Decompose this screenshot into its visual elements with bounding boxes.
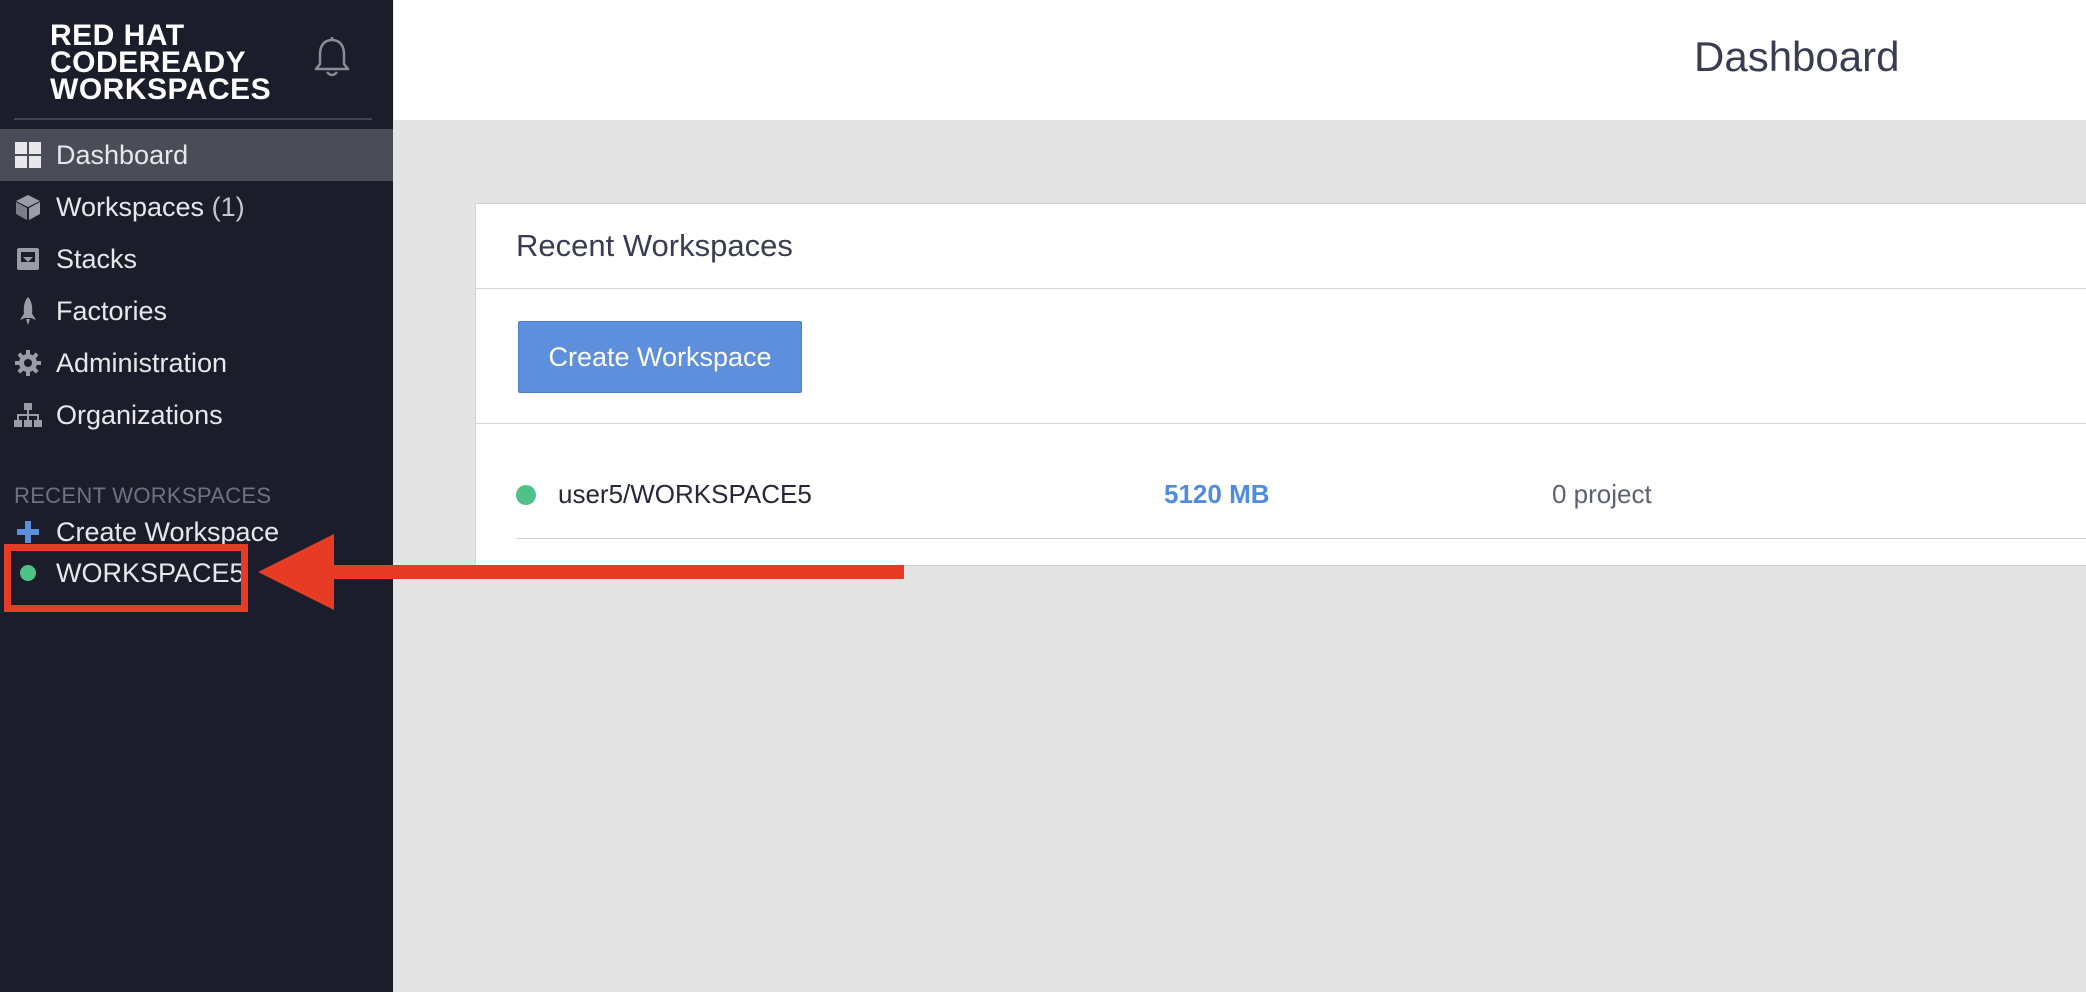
brand-logo[interactable]: RED HAT CODEREADY WORKSPACES [50, 19, 272, 106]
sidebar-item-label: Administration [56, 347, 228, 378]
dashboard-icon [12, 139, 44, 171]
status-dot-icon [516, 485, 536, 505]
brand-line-3: WORKSPACES [50, 73, 272, 106]
brand-divider [14, 118, 372, 120]
sidebar: RED HAT CODEREADY WORKSPACES Dashboard W… [0, 0, 393, 992]
org-tree-icon [12, 399, 44, 431]
sidebar-item-label: Stacks [56, 243, 138, 274]
workspace-row[interactable]: user5/WORKSPACE5 5120 MB 0 project [516, 459, 2086, 539]
panel-title: Recent Workspaces [516, 228, 793, 263]
sidebar-item-label: Organizations [56, 399, 223, 430]
sidebar-item-label: Dashboard [56, 139, 189, 170]
brand-line-1: RED HAT [50, 19, 185, 52]
sidebar-item-administration[interactable]: Administration [0, 337, 393, 389]
gear-icon [12, 347, 44, 379]
sidebar-item-label: Create Workspace [56, 516, 280, 547]
sidebar-item-workspaces[interactable]: Workspaces (1) [0, 181, 393, 233]
divider [476, 288, 2086, 289]
sidebar-item-label: Factories [56, 295, 168, 326]
sidebar-item-organizations[interactable]: Organizations [0, 389, 393, 441]
sidebar-item-factories[interactable]: Factories [0, 285, 393, 337]
sidebar-item-stacks[interactable]: Stacks [0, 233, 393, 285]
workspace-name-link[interactable]: user5/WORKSPACE5 [558, 479, 812, 510]
page-title: Dashboard [1694, 33, 1900, 80]
recent-workspaces-panel: Recent Workspaces Create Workspace user5… [475, 203, 2086, 566]
sidebar-item-dashboard[interactable]: Dashboard [0, 129, 393, 181]
workspace-projects: 0 project [1552, 479, 1652, 509]
recent-workspaces-heading: RECENT WORKSPACES [14, 483, 272, 508]
annotation-arrow-icon [258, 534, 904, 614]
workspace-count: (1) [211, 191, 245, 222]
rocket-icon [12, 295, 44, 327]
stacks-icon [12, 243, 44, 275]
cube-icon [12, 191, 44, 223]
sidebar-item-label: Workspaces [56, 191, 205, 222]
divider [476, 423, 2086, 424]
workspace-memory: 5120 MB [1164, 479, 1270, 509]
create-workspace-button[interactable]: Create Workspace [518, 321, 802, 393]
annotation-highlight-box [4, 544, 248, 612]
brand-line-2: CODEREADY [50, 46, 247, 79]
bell-icon[interactable] [312, 36, 352, 80]
